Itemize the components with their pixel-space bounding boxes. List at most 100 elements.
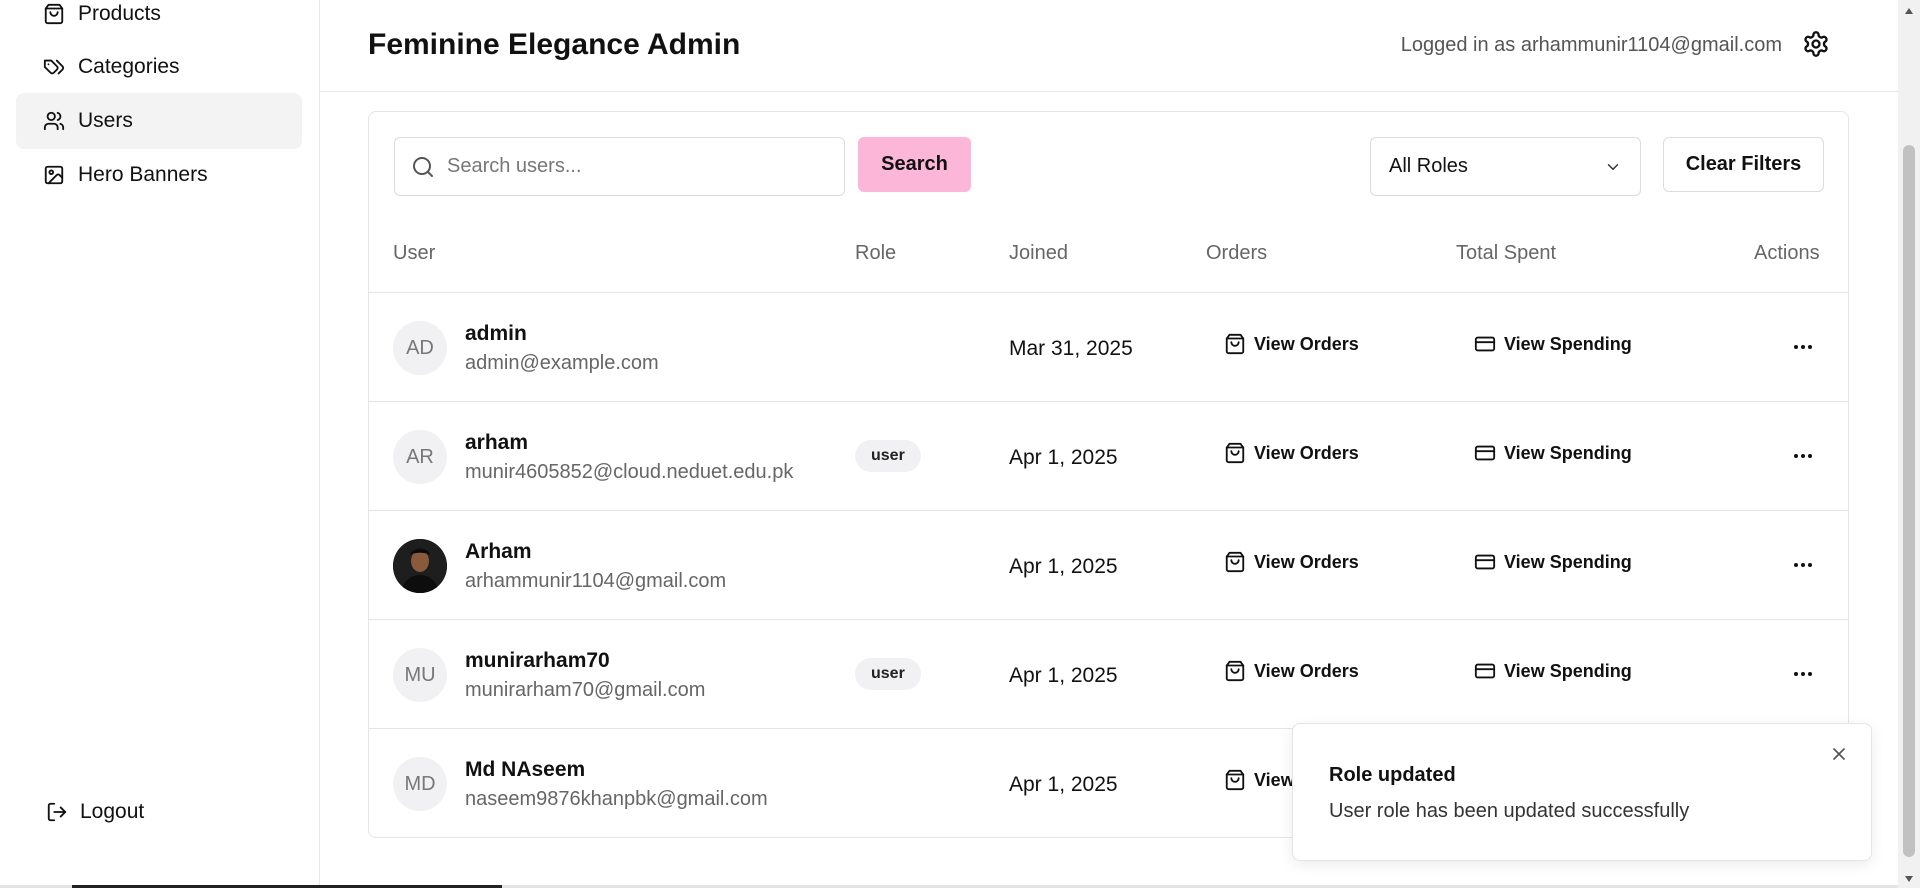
user-email: naseem9876khanpbk@gmail.com	[465, 788, 768, 810]
user-name: Arham	[465, 540, 532, 563]
search-field[interactable]	[394, 137, 845, 196]
column-header-orders: Orders	[1206, 242, 1268, 264]
table-row: Arham arhammunir1104@gmail.com Apr 1, 20…	[369, 511, 1848, 620]
role-filter-value: All Roles	[1389, 155, 1468, 177]
credit-card-icon	[1474, 663, 1496, 679]
role-filter-select[interactable]: All Roles	[1370, 137, 1641, 196]
column-header-role: Role	[855, 242, 897, 264]
sidebar-item-label: Users	[78, 109, 133, 132]
view-orders-button[interactable]: View	[1224, 769, 1295, 791]
logged-in-text: Logged in as arhammunir1104@gmail.com	[1400, 34, 1782, 56]
joined-date: Apr 1, 2025	[1009, 446, 1118, 469]
sidebar: Products Categories Users Hero Banners L…	[0, 0, 320, 888]
shopping-bag-icon	[1225, 769, 1245, 791]
search-input[interactable]	[447, 155, 827, 178]
shopping-bag-icon	[1225, 442, 1245, 464]
view-orders-label: View Orders	[1254, 551, 1359, 572]
tags-icon	[42, 55, 66, 79]
avatar: MD	[393, 757, 447, 811]
view-spending-label: View Spending	[1504, 442, 1632, 463]
user-email: munirarham70@gmail.com	[465, 679, 706, 701]
user-name: Md NAseem	[465, 758, 586, 781]
view-spending-label: View Spending	[1504, 551, 1632, 572]
view-spending-button[interactable]: View Spending	[1474, 442, 1632, 464]
column-header-joined: Joined	[1009, 242, 1068, 264]
sidebar-item-hero-banners[interactable]: Hero Banners	[16, 147, 302, 203]
settings-button[interactable]	[1800, 28, 1832, 60]
avatar	[393, 539, 447, 593]
row-actions-button[interactable]	[1787, 549, 1819, 581]
row-actions-button[interactable]	[1787, 331, 1819, 363]
toast-message: User role has been updated successfully	[1329, 800, 1690, 822]
logout-button[interactable]: Logout	[46, 796, 144, 828]
view-orders-label: View Orders	[1254, 660, 1359, 681]
view-spending-label: View Spending	[1504, 660, 1632, 681]
vertical-scrollbar[interactable]	[1898, 0, 1920, 888]
user-email: admin@example.com	[465, 352, 659, 374]
logout-icon	[46, 801, 68, 823]
joined-date: Mar 31, 2025	[1009, 337, 1133, 360]
row-actions-button[interactable]	[1787, 440, 1819, 472]
view-orders-button[interactable]: View Orders	[1224, 442, 1359, 464]
view-spending-button[interactable]: View Spending	[1474, 333, 1632, 355]
shopping-bag-icon	[1225, 551, 1245, 573]
column-header-total-spent: Total Spent	[1456, 242, 1557, 264]
sidebar-item-label: Categories	[78, 55, 180, 78]
more-horizontal-icon	[1794, 345, 1812, 349]
credit-card-icon	[1474, 554, 1496, 570]
image-icon	[42, 163, 66, 187]
joined-date: Apr 1, 2025	[1009, 664, 1118, 687]
user-email: arhammunir1104@gmail.com	[465, 570, 727, 592]
search-button[interactable]: Search	[858, 137, 971, 192]
toast-close-button[interactable]	[1827, 742, 1851, 766]
joined-date: Apr 1, 2025	[1009, 773, 1118, 796]
user-name: arham	[465, 431, 529, 454]
user-name: munirarham70	[465, 649, 610, 672]
more-horizontal-icon	[1794, 563, 1812, 567]
avatar: AR	[393, 430, 447, 484]
view-orders-button[interactable]: View Orders	[1224, 333, 1359, 355]
column-header-user: User	[393, 242, 436, 264]
sidebar-item-categories[interactable]: Categories	[16, 39, 302, 95]
table-header: User Role Joined Orders Total Spent Acti…	[369, 212, 1848, 293]
sidebar-item-label: Hero Banners	[78, 163, 208, 186]
scrollbar-thumb[interactable]	[1903, 145, 1915, 857]
toast-notification: Role updated User role has been updated …	[1292, 723, 1872, 861]
role-badge: user	[855, 440, 921, 472]
role-badge: user	[855, 658, 921, 690]
toast-title: Role updated	[1329, 764, 1456, 786]
view-orders-label: View Orders	[1254, 442, 1359, 463]
view-spending-button[interactable]: View Spending	[1474, 551, 1632, 573]
shopping-bag-icon	[1225, 333, 1245, 355]
shopping-bag-icon	[1225, 660, 1245, 682]
joined-date: Apr 1, 2025	[1009, 555, 1118, 578]
row-actions-button[interactable]	[1787, 658, 1819, 690]
more-horizontal-icon	[1794, 672, 1812, 676]
page-title: Feminine Elegance Admin	[368, 28, 741, 61]
column-header-actions: Actions	[1754, 242, 1820, 264]
logout-label: Logout	[80, 800, 145, 823]
view-spending-button[interactable]: View Spending	[1474, 660, 1632, 682]
clear-filters-button[interactable]: Clear Filters	[1663, 137, 1824, 192]
search-icon	[413, 156, 433, 177]
shopping-bag-icon	[42, 2, 66, 26]
view-orders-button[interactable]: View Orders	[1224, 551, 1359, 573]
avatar: AD	[393, 321, 447, 375]
sidebar-item-label: Products	[78, 2, 161, 25]
avatar: MU	[393, 648, 447, 702]
sidebar-item-users[interactable]: Users	[16, 93, 302, 149]
chevron-down-icon	[1607, 163, 1619, 170]
users-icon	[42, 109, 66, 133]
more-horizontal-icon	[1794, 454, 1812, 458]
view-orders-button[interactable]: View Orders	[1224, 660, 1359, 682]
gear-icon	[1804, 31, 1828, 57]
table-row: AD admin admin@example.com Mar 31, 2025 …	[369, 293, 1848, 402]
scroll-down-arrow-icon[interactable]	[1903, 874, 1915, 884]
header: Feminine Elegance Admin Logged in as arh…	[320, 0, 1898, 92]
sidebar-item-products[interactable]: Products	[16, 0, 302, 42]
close-icon	[1833, 748, 1845, 760]
view-spending-label: View Spending	[1504, 333, 1632, 354]
credit-card-icon	[1474, 336, 1496, 352]
scroll-up-arrow-icon[interactable]	[1903, 6, 1915, 16]
user-email: munir4605852@cloud.neduet.edu.pk	[465, 461, 794, 483]
